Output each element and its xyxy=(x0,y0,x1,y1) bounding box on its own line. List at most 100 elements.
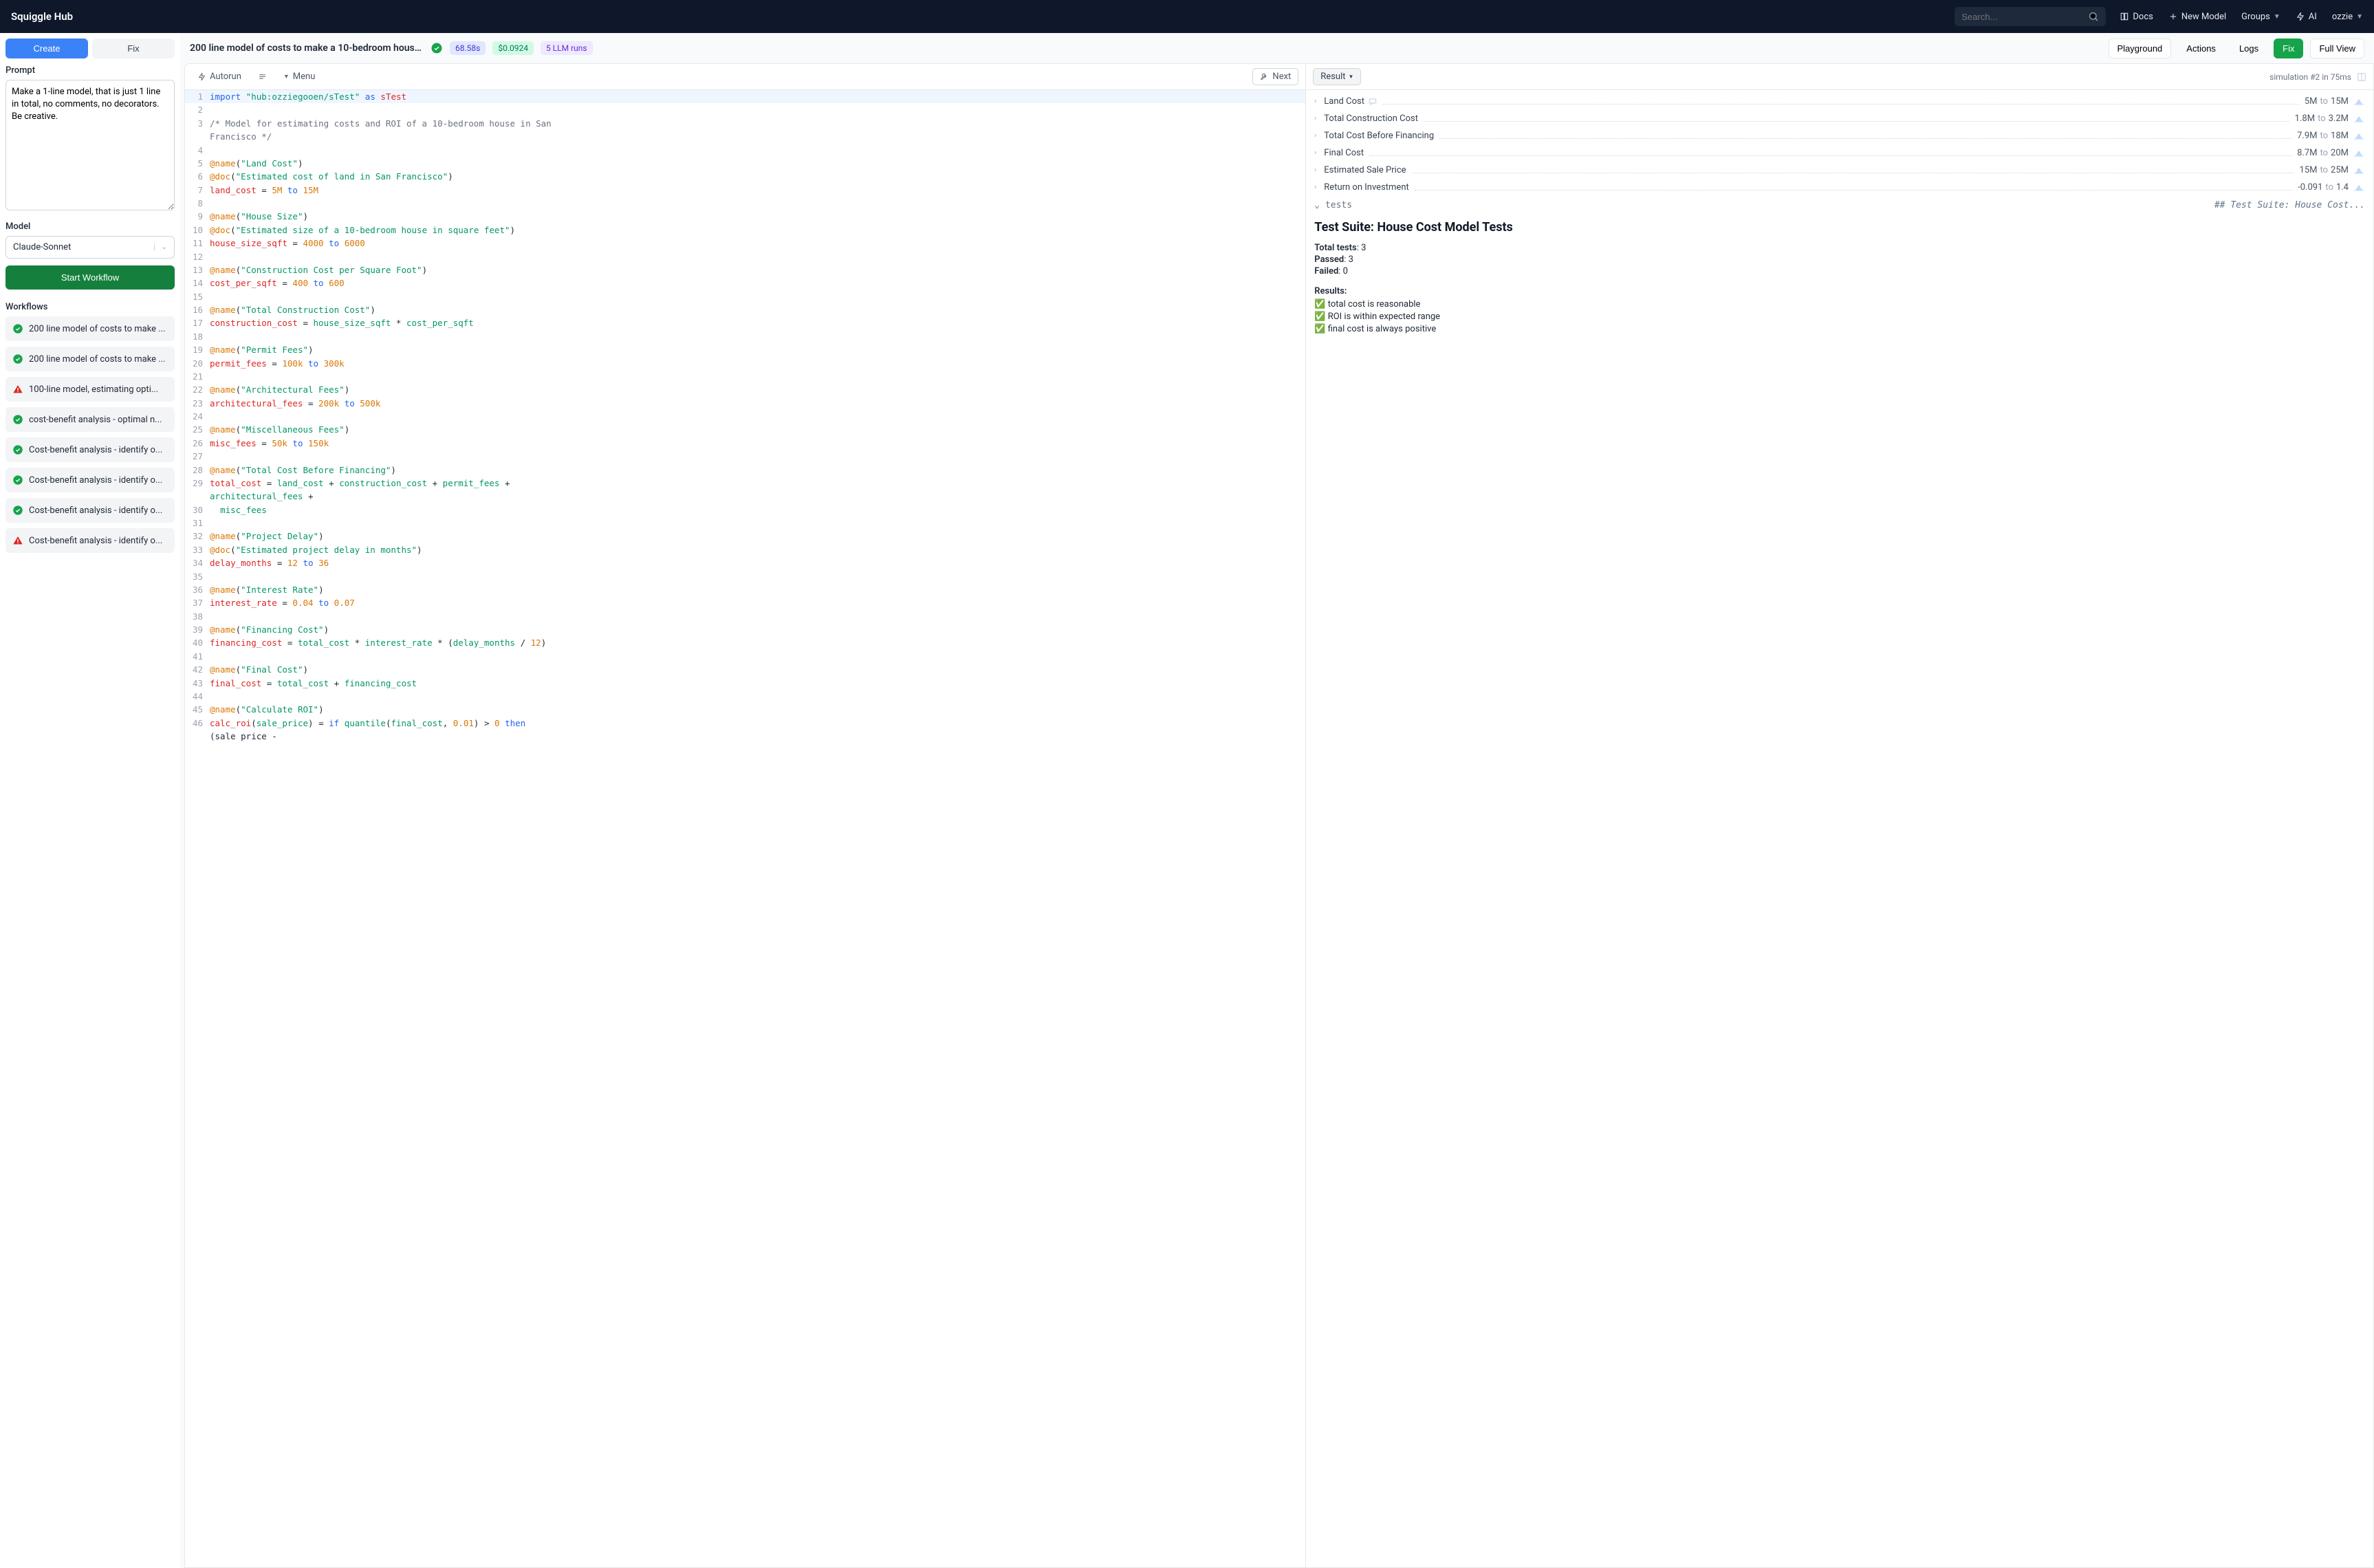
code-line[interactable]: 5@name("Land Cost") xyxy=(185,157,1305,170)
menu-button[interactable]: ▼ Menu xyxy=(278,69,321,85)
code-line[interactable]: 15 xyxy=(185,290,1305,303)
full-view-button[interactable]: Full View xyxy=(2310,39,2364,58)
autorun-button[interactable]: Autorun xyxy=(192,69,247,85)
code-line[interactable]: 6@doc("Estimated cost of land in San Fra… xyxy=(185,170,1305,183)
code-line[interactable]: 37interest_rate = 0.04 to 0.07 xyxy=(185,596,1305,609)
tests-row[interactable]: ⌄ tests ## Test Suite: House Cost... xyxy=(1314,196,2365,215)
code-line[interactable]: 46calc_roi(sale_price) = if quantile(fin… xyxy=(185,717,1305,730)
code-line[interactable]: 11house_size_sqft = 4000 to 6000 xyxy=(185,237,1305,250)
result-row[interactable]: ›Return on Investment-0.091to1.4 xyxy=(1314,179,2365,196)
code-line[interactable]: 8 xyxy=(185,197,1305,210)
workflow-item[interactable]: 200 line model of costs to make ... xyxy=(6,316,175,341)
code-line[interactable]: 1import "hub:ozziegooen/sTest" as sTest xyxy=(185,90,1305,103)
prompt-input[interactable] xyxy=(6,80,175,210)
code-content: @name("Financing Cost") xyxy=(210,623,336,636)
code-line[interactable]: 19@name("Permit Fees") xyxy=(185,343,1305,356)
code-line[interactable]: architectural_fees + xyxy=(185,490,1305,503)
code-line[interactable]: 12 xyxy=(185,250,1305,263)
workflow-item[interactable]: Cost-benefit analysis - identify o... xyxy=(6,498,175,523)
nav-new-model[interactable]: New Model xyxy=(2168,12,2226,22)
code-content xyxy=(210,410,217,423)
code-editor[interactable]: 1import "hub:ozziegooen/sTest" as sTest2… xyxy=(185,90,1305,1567)
code-line[interactable]: 2 xyxy=(185,103,1305,116)
check-circle-icon xyxy=(12,475,23,486)
code-line[interactable]: 3/* Model for estimating costs and ROI o… xyxy=(185,117,1305,130)
code-line[interactable]: (sale price - xyxy=(185,730,1305,743)
code-line[interactable]: 24 xyxy=(185,410,1305,423)
code-line[interactable]: 21 xyxy=(185,370,1305,383)
code-line[interactable]: 7land_cost = 5M to 15M xyxy=(185,184,1305,197)
code-line[interactable]: 23architectural_fees = 200k to 500k xyxy=(185,397,1305,410)
code-line[interactable]: 33@doc("Estimated project delay in month… xyxy=(185,543,1305,556)
result-row[interactable]: ›Total Cost Before Financing7.9Mto18M xyxy=(1314,127,2365,144)
code-line[interactable]: 16@name("Total Construction Cost") xyxy=(185,303,1305,316)
distribution-icon xyxy=(2353,166,2365,175)
code-line[interactable]: 38 xyxy=(185,610,1305,623)
code-line[interactable]: 44 xyxy=(185,690,1305,703)
workflow-item[interactable]: 200 line model of costs to make ... xyxy=(6,347,175,371)
code-line[interactable]: 17construction_cost = house_size_sqft * … xyxy=(185,316,1305,329)
code-line[interactable]: 18 xyxy=(185,330,1305,343)
workflow-item[interactable]: cost-benefit analysis - optimal n... xyxy=(6,407,175,432)
code-line[interactable]: 39@name("Financing Cost") xyxy=(185,623,1305,636)
search-box[interactable] xyxy=(1954,7,2106,26)
workflow-item[interactable]: Cost-benefit analysis - identify o... xyxy=(6,528,175,553)
code-line[interactable]: 34delay_months = 12 to 36 xyxy=(185,556,1305,569)
code-line[interactable]: 27 xyxy=(185,450,1305,463)
result-dropdown[interactable]: Result ▼ xyxy=(1313,68,1361,85)
code-line[interactable]: 26misc_fees = 50k to 150k xyxy=(185,437,1305,450)
line-number: 31 xyxy=(185,516,210,530)
result-row[interactable]: ›Final Cost8.7Mto20M xyxy=(1314,144,2365,162)
code-line[interactable]: 4 xyxy=(185,144,1305,157)
logs-button[interactable]: Logs xyxy=(2231,39,2267,58)
code-line[interactable]: 9@name("House Size") xyxy=(185,210,1305,223)
actions-button[interactable]: Actions xyxy=(2178,39,2224,58)
start-workflow-button[interactable]: Start Workflow xyxy=(6,265,175,290)
result-row[interactable]: ›Land Cost5Mto15M xyxy=(1314,93,2365,110)
code-content xyxy=(210,516,217,530)
format-button[interactable] xyxy=(252,69,272,84)
result-row[interactable]: ›Estimated Sale Price15Mto25M xyxy=(1314,162,2365,179)
next-button[interactable]: Next xyxy=(1252,68,1298,85)
code-line[interactable]: 28@name("Total Cost Before Financing") xyxy=(185,464,1305,477)
code-content: @doc("Estimated size of a 10-bedroom hou… xyxy=(210,224,522,237)
code-line[interactable]: 10@doc("Estimated size of a 10-bedroom h… xyxy=(185,224,1305,237)
code-line[interactable]: 22@name("Architectural Fees") xyxy=(185,383,1305,396)
search-input[interactable] xyxy=(1961,12,2088,22)
fix-tab[interactable]: Fix xyxy=(92,39,175,58)
code-line[interactable]: 45@name("Calculate ROI") xyxy=(185,703,1305,716)
code-line[interactable]: 25@name("Miscellaneous Fees") xyxy=(185,423,1305,436)
code-content: @name("Final Cost") xyxy=(210,663,315,676)
line-number: 40 xyxy=(185,636,210,649)
code-line[interactable]: 14cost_per_sqft = 400 to 600 xyxy=(185,276,1305,290)
code-line[interactable]: 36@name("Interest Rate") xyxy=(185,583,1305,596)
code-line[interactable]: 43final_cost = total_cost + financing_co… xyxy=(185,677,1305,690)
nav-groups[interactable]: Groups▼ xyxy=(2241,12,2280,22)
nav-user[interactable]: ozzie▼ xyxy=(2332,12,2363,22)
code-line[interactable]: 13@name("Construction Cost per Square Fo… xyxy=(185,263,1305,276)
workflow-item[interactable]: Cost-benefit analysis - identify o... xyxy=(6,468,175,492)
code-line[interactable]: 20permit_fees = 100k to 300k xyxy=(185,357,1305,370)
code-line[interactable]: Francisco */ xyxy=(185,130,1305,143)
code-line[interactable]: 31 xyxy=(185,516,1305,530)
result-row[interactable]: ›Total Construction Cost1.8Mto3.2M xyxy=(1314,110,2365,127)
brand[interactable]: Squiggle Hub xyxy=(11,10,73,23)
workflow-item[interactable]: 100-line model, estimating opti... xyxy=(6,377,175,402)
code-content: /* Model for estimating costs and ROI of… xyxy=(210,117,558,130)
code-line[interactable]: 40financing_cost = total_cost * interest… xyxy=(185,636,1305,649)
titlebar: 200 line model of costs to make a 10-bed… xyxy=(180,33,2374,63)
model-select[interactable]: Claude-Sonnet ⌄ xyxy=(6,236,175,259)
code-line[interactable]: 41 xyxy=(185,650,1305,663)
code-content: @doc("Estimated project delay in months"… xyxy=(210,543,429,556)
create-tab[interactable]: Create xyxy=(6,39,88,58)
code-line[interactable]: 42@name("Final Cost") xyxy=(185,663,1305,676)
nav-docs[interactable]: Docs xyxy=(2120,12,2153,22)
code-line[interactable]: 30 misc_fees xyxy=(185,503,1305,516)
code-line[interactable]: 29total_cost = land_cost + construction_… xyxy=(185,477,1305,490)
workflow-item[interactable]: Cost-benefit analysis - identify o... xyxy=(6,437,175,462)
nav-ai[interactable]: AI xyxy=(2296,12,2317,22)
fix-button[interactable]: Fix xyxy=(2274,39,2303,58)
code-line[interactable]: 32@name("Project Delay") xyxy=(185,530,1305,543)
code-line[interactable]: 35 xyxy=(185,570,1305,583)
playground-button[interactable]: Playground xyxy=(2109,39,2172,58)
